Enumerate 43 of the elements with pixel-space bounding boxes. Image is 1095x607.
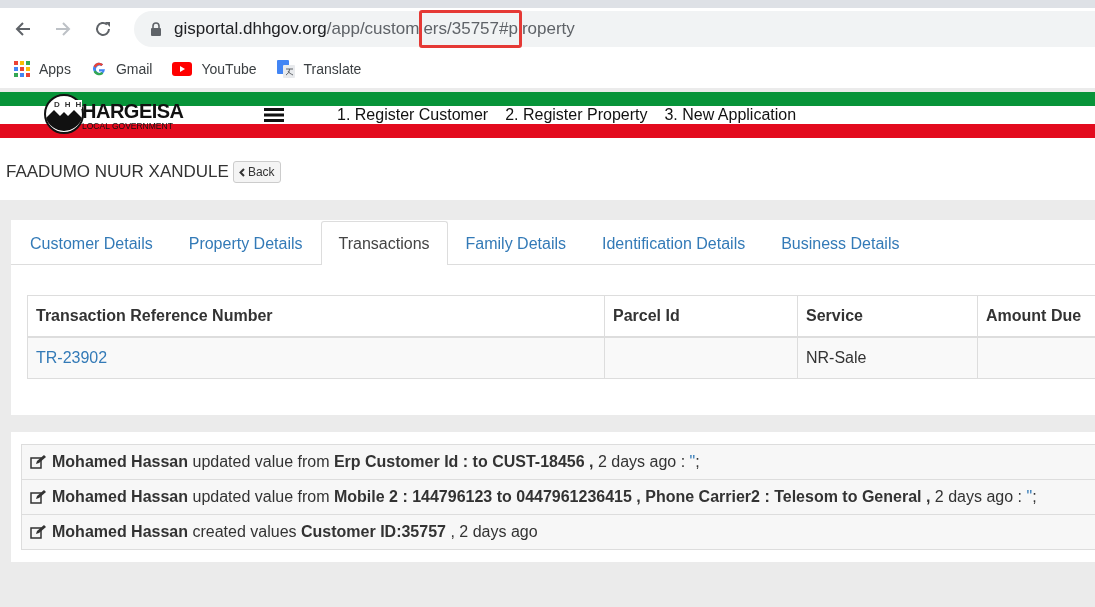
nav-link[interactable]: 2. Register Property xyxy=(505,106,648,124)
bookmark[interactable]: Gmail xyxy=(90,61,153,77)
logo-letter: D xyxy=(53,100,61,109)
log-entry: Mohamed Hassan updated value from Mobile 2 : 144796123 to 0447961236415 , Phone Carrier2 : Telesom to General , 2 days ago : "; xyxy=(52,488,1037,506)
reload-icon[interactable] xyxy=(94,20,112,38)
tab[interactable]: Property Details xyxy=(170,221,321,265)
customer-name: FAADUMO NUUR XANDULE xyxy=(6,162,229,182)
tab[interactable]: Customer Details xyxy=(12,221,171,265)
edit-icon xyxy=(30,490,46,504)
log-link[interactable]: " xyxy=(1026,488,1033,505)
highlighted-url-text: ers/35757#p xyxy=(419,10,522,48)
edit-icon xyxy=(30,455,46,469)
chevron-left-icon xyxy=(238,167,245,177)
bookmark[interactable]: Translate xyxy=(276,60,362,78)
log-link[interactable]: " xyxy=(689,453,696,470)
youtube-logo-icon xyxy=(172,62,193,76)
lock-icon xyxy=(150,22,162,36)
tab[interactable]: Family Details xyxy=(447,221,584,265)
nav-link[interactable]: 1. Register Customer xyxy=(337,106,489,124)
url-text: gisportal.dhhgov.org/app/custom xyxy=(174,18,420,40)
log-entry: Mohamed Hassan updated value from Erp Customer Id : to CUST-18456 , 2 days ago : "; xyxy=(52,453,700,471)
logo-letter: H xyxy=(74,100,83,109)
apps-grid-icon xyxy=(14,61,30,77)
translate-icon xyxy=(276,60,295,78)
menu-icon[interactable] xyxy=(264,108,284,122)
google-logo-icon xyxy=(90,61,107,77)
back-arrow-icon[interactable] xyxy=(14,20,32,38)
logo-title: HARGEISA xyxy=(82,101,184,121)
tab[interactable]: Transactions xyxy=(320,221,448,265)
address-bar[interactable]: gisportal.dhhgov.org/app/custom ers/35757#p roperty xyxy=(134,11,1095,47)
log-entry: Mohamed Hassan created values Customer ID:35757 , 2 days ago xyxy=(52,523,538,541)
tab[interactable]: Identification Details xyxy=(584,221,764,265)
nav-link[interactable]: 3. New Application xyxy=(664,106,797,124)
bookmark[interactable]: YouTube xyxy=(172,61,257,77)
table-cell: NR-Sale xyxy=(797,337,978,379)
edit-icon xyxy=(30,525,46,539)
tab[interactable]: Business Details xyxy=(763,221,918,265)
logo-subtitle: LOCAL GOVERNMENT xyxy=(82,121,174,131)
url-text: roperty xyxy=(521,18,575,40)
bookmark[interactable]: Apps xyxy=(14,61,71,77)
back-button[interactable]: Back xyxy=(232,161,281,183)
logo-letter: H xyxy=(63,100,72,109)
transaction-link[interactable]: TR-23902 xyxy=(36,349,108,366)
